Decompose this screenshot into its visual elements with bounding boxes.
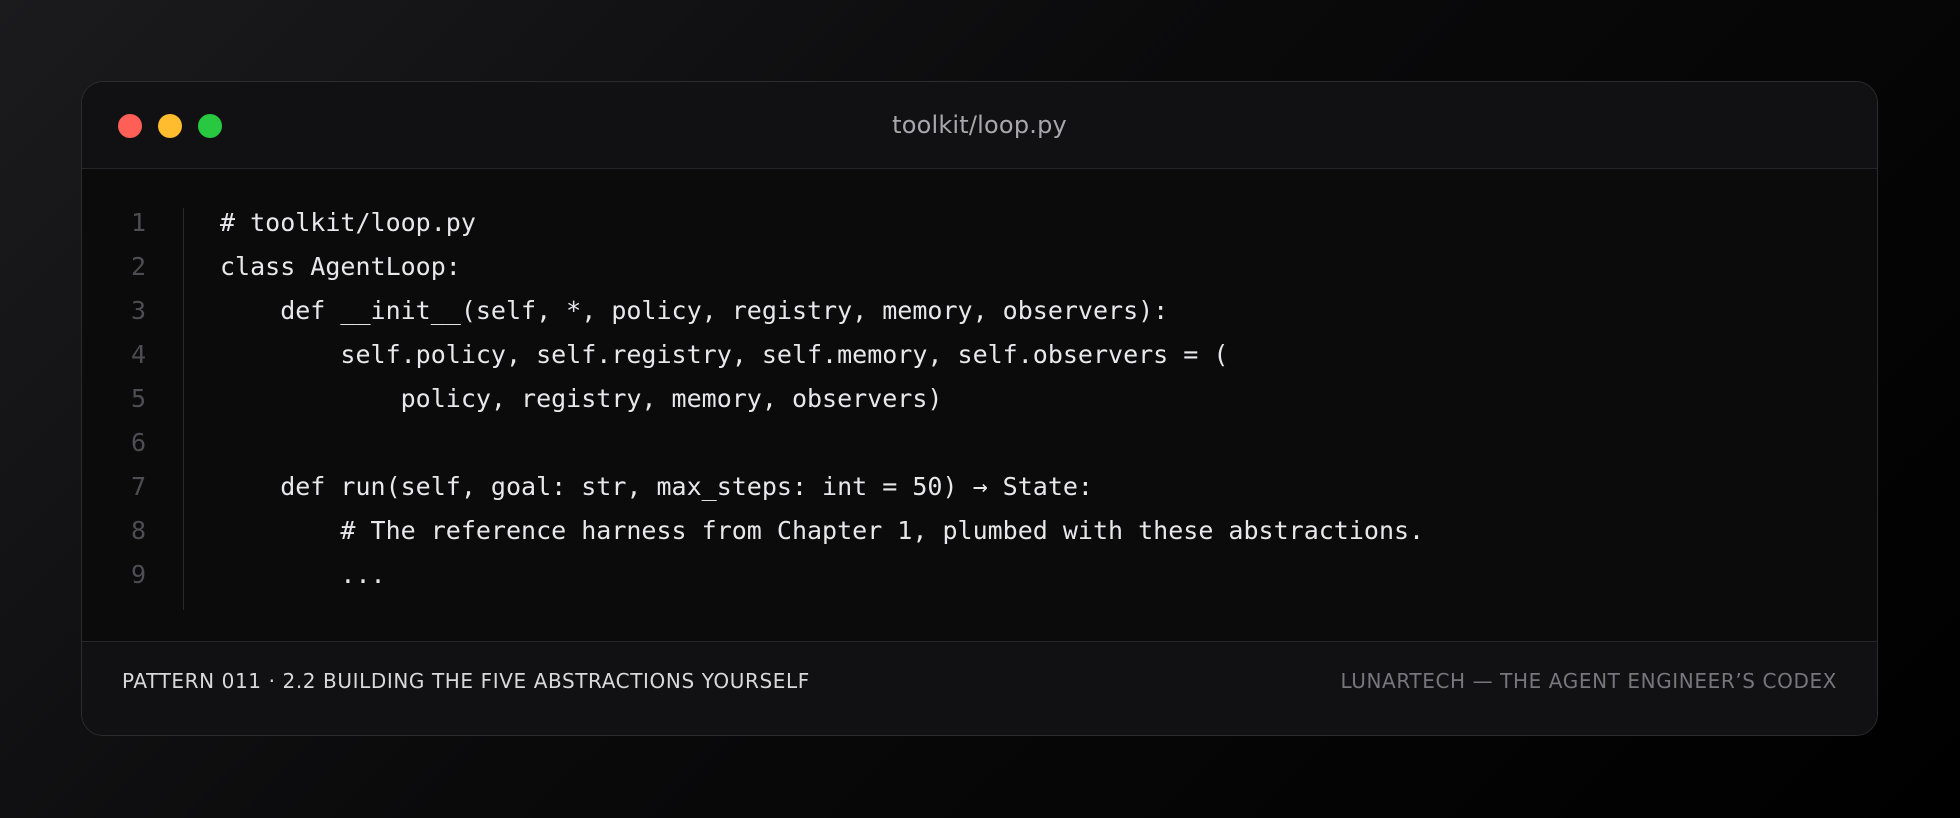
code-line: def run(self, goal: str, max_steps: int …: [220, 472, 1093, 501]
code-line: self.policy, self.registry, self.memory,…: [220, 340, 1229, 369]
code-line: # toolkit/loop.py: [220, 208, 476, 237]
window-title: toolkit/loop.py: [892, 111, 1067, 139]
code-line: ...: [220, 560, 386, 589]
publisher-caption: LUNARTECH — THE AGENT ENGINEER’S CODEX: [1340, 669, 1837, 693]
code-editor[interactable]: 1 2 3 4 5 6 7 8 9 # toolkit/loop.py clas…: [82, 169, 1877, 641]
footer-bar: PATTERN 011 · 2.2 BUILDING THE FIVE ABST…: [82, 641, 1877, 735]
code-window: toolkit/loop.py 1 2 3 4 5 6 7 8 9 # tool…: [81, 81, 1878, 736]
pattern-caption: PATTERN 011 · 2.2 BUILDING THE FIVE ABST…: [122, 669, 810, 693]
line-number: 8: [130, 516, 146, 545]
line-number: 7: [130, 472, 146, 501]
line-number: 5: [130, 384, 146, 413]
line-number: 6: [130, 428, 146, 457]
title-bar: toolkit/loop.py: [82, 82, 1877, 169]
line-number: 9: [130, 560, 146, 589]
code-line: # The reference harness from Chapter 1, …: [220, 516, 1425, 545]
line-number: 3: [130, 296, 146, 325]
line-number: 1: [130, 208, 146, 237]
code-line: def __init__(self, *, policy, registry, …: [220, 296, 1169, 325]
code-line: class AgentLoop:: [220, 252, 461, 281]
gutter-divider: [183, 208, 184, 610]
code-line: policy, registry, memory, observers): [220, 384, 943, 413]
line-number: 2: [130, 252, 146, 281]
line-number: 4: [130, 340, 146, 369]
